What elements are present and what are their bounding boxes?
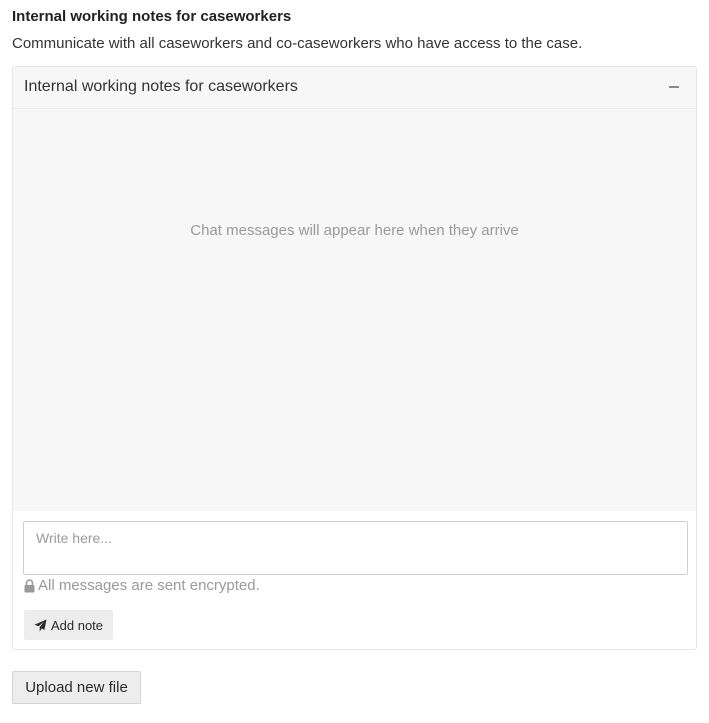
caseworker-notes-page: Internal working notes for caseworkers C…	[0, 0, 709, 723]
paper-plane-icon	[34, 619, 47, 631]
upload-file-button[interactable]: Upload new file	[12, 671, 141, 704]
add-note-button[interactable]: Add note	[24, 610, 113, 640]
section-description: Communicate with all caseworkers and co-…	[12, 35, 583, 52]
notes-panel: Internal working notes for caseworkers C…	[12, 66, 697, 650]
note-input[interactable]	[23, 521, 688, 575]
lock-icon	[24, 578, 35, 592]
chat-empty-message: Chat messages will appear here when they…	[190, 222, 519, 239]
collapse-button[interactable]	[666, 76, 682, 96]
encryption-note: All messages are sent encrypted.	[24, 577, 260, 594]
encryption-note-text: All messages are sent encrypted.	[38, 577, 260, 594]
add-note-label: Add note	[50, 617, 104, 633]
chat-messages-area[interactable]: Chat messages will appear here when they…	[13, 109, 696, 511]
panel-title: Internal working notes for caseworkers	[24, 78, 298, 95]
minus-icon	[669, 86, 679, 88]
panel-header: Internal working notes for caseworkers	[13, 67, 696, 109]
section-title: Internal working notes for caseworkers	[12, 8, 292, 25]
